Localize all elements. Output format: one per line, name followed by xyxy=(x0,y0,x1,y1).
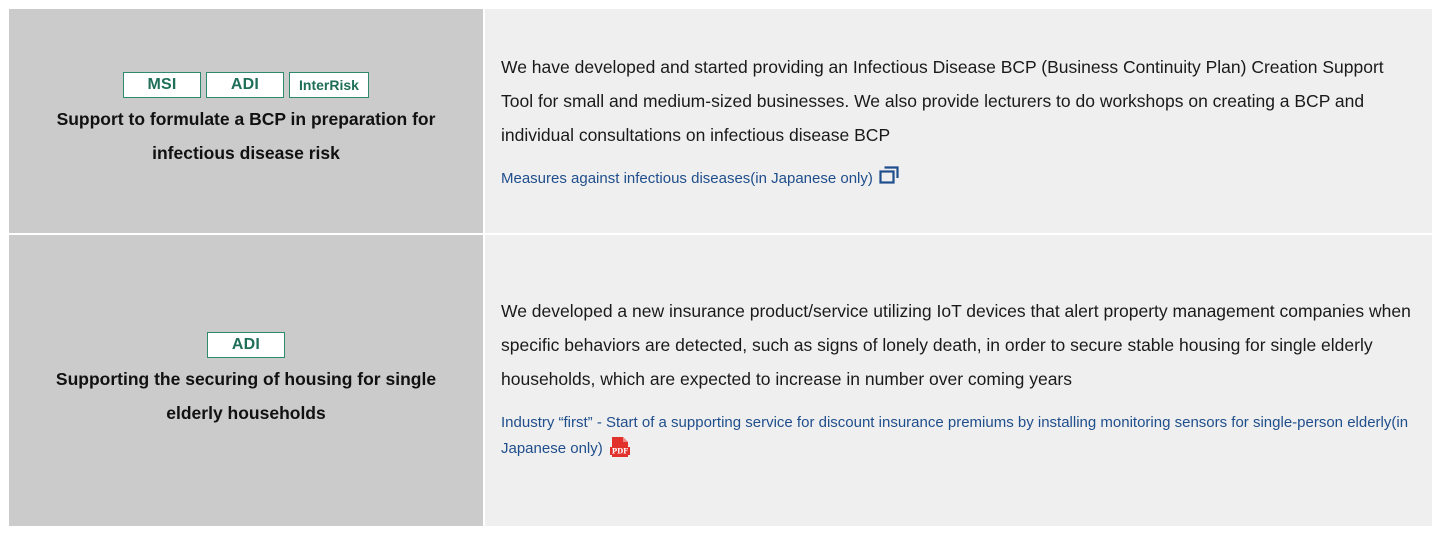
svg-text:PDF: PDF xyxy=(612,447,628,456)
company-badges: MSI ADI InterRisk xyxy=(123,72,369,98)
company-badge-adi: ADI xyxy=(207,331,285,358)
external-window-icon[interactable] xyxy=(879,165,899,193)
initiative-description: We developed a new insurance product/ser… xyxy=(501,301,1411,389)
initiative-title: Supporting the securing of housing for s… xyxy=(55,368,437,423)
initiative-detail-cell: We have developed and started providing … xyxy=(485,9,1432,233)
initiative-description: We have developed and started providing … xyxy=(501,56,1384,145)
company-badge-msi: MSI xyxy=(123,72,201,98)
table-row: ADI Supporting the securing of housing f… xyxy=(9,235,1432,526)
initiative-header-cell: ADI Supporting the securing of housing f… xyxy=(9,235,483,526)
pdf-icon[interactable]: PDF xyxy=(609,436,631,467)
company-badge-adi: ADI xyxy=(206,72,284,98)
industry-first-pdf-link[interactable]: Industry “first” - Start of a supporting… xyxy=(501,410,1418,467)
company-badges: ADI xyxy=(207,331,285,358)
initiative-detail-cell: We developed a new insurance product/ser… xyxy=(485,235,1432,526)
initiative-header-cell: MSI ADI InterRisk Support to formulate a… xyxy=(9,9,483,233)
link-text[interactable]: Industry “first” - Start of a supporting… xyxy=(501,414,1408,457)
table-row: MSI ADI InterRisk Support to formulate a… xyxy=(9,9,1432,233)
measures-infectious-diseases-link[interactable]: Measures against infectious diseases(in … xyxy=(501,165,1418,193)
company-badge-interrisk: InterRisk xyxy=(289,72,369,98)
initiatives-table: MSI ADI InterRisk Support to formulate a… xyxy=(9,9,1432,526)
initiative-title: Support to formulate a BCP in preparatio… xyxy=(56,109,436,163)
link-text[interactable]: Measures against infectious diseases(in … xyxy=(501,170,873,187)
